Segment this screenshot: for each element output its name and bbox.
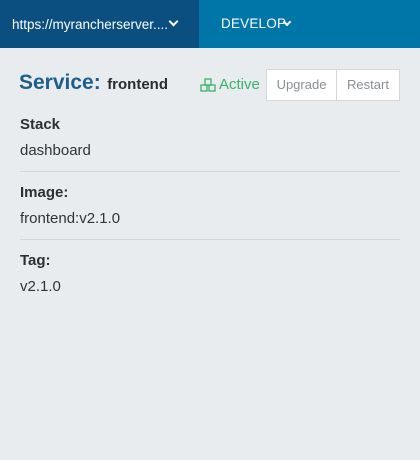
service-name: frontend bbox=[107, 76, 169, 93]
status-label: Active bbox=[219, 76, 260, 93]
environment-url: https://myrancherserver.... bbox=[12, 17, 169, 32]
environment-selector[interactable]: https://myrancherserver.... bbox=[0, 0, 199, 48]
divider bbox=[20, 171, 400, 172]
service-title-prefix: Service: bbox=[19, 71, 101, 94]
stack-menu-label: DEVELOP bbox=[221, 16, 287, 31]
divider bbox=[20, 239, 400, 240]
image-value: frontend:v2.1.0 bbox=[20, 210, 121, 227]
upgrade-button[interactable]: Upgrade bbox=[266, 69, 337, 101]
page-title: Service: frontend bbox=[19, 71, 168, 95]
top-navigation-bar: https://myrancherserver.... DEVELOP bbox=[0, 0, 420, 48]
tag-label: Tag: bbox=[20, 252, 51, 269]
stack-label: Stack bbox=[20, 116, 61, 133]
server-stack-icon bbox=[200, 78, 216, 92]
chevron-down-icon bbox=[168, 16, 179, 27]
restart-button[interactable]: Restart bbox=[336, 69, 400, 101]
tag-value: v2.1.0 bbox=[20, 278, 61, 295]
image-label: Image: bbox=[20, 184, 69, 201]
stack-value: dashboard bbox=[20, 142, 91, 159]
